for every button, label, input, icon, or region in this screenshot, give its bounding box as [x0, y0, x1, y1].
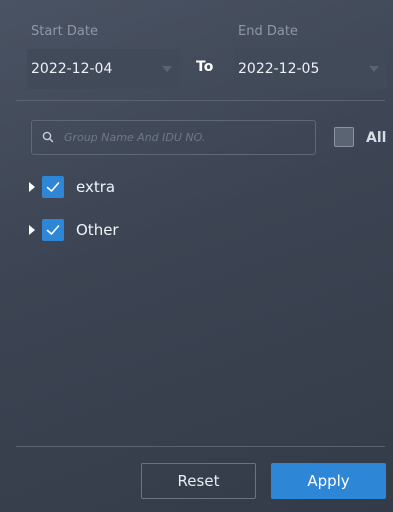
date-range-separator: To	[196, 59, 214, 75]
end-date-value: 2022-12-05	[238, 61, 320, 77]
chevron-down-icon	[369, 66, 379, 72]
tree-item-label: extra	[76, 178, 116, 196]
search-input[interactable]	[62, 130, 306, 145]
tree-item-extra[interactable]: extra	[29, 176, 115, 198]
start-date-picker[interactable]: 2022-12-04	[27, 49, 180, 89]
search-icon	[42, 128, 54, 147]
reset-button[interactable]: Reset	[141, 463, 256, 499]
apply-button[interactable]: Apply	[271, 463, 386, 499]
caret-right-icon[interactable]	[29, 225, 35, 235]
end-date-picker[interactable]: 2022-12-05	[234, 49, 387, 89]
divider-bottom	[16, 446, 385, 447]
select-all-checkbox[interactable]	[334, 127, 354, 147]
divider-top	[16, 100, 385, 101]
check-icon	[46, 182, 60, 192]
end-date-label: End Date	[238, 24, 298, 39]
select-all-label: All	[366, 130, 387, 146]
start-date-label: Start Date	[31, 24, 98, 39]
start-date-value: 2022-12-04	[31, 61, 113, 77]
tree-item-checkbox[interactable]	[42, 176, 64, 198]
caret-right-icon[interactable]	[29, 182, 35, 192]
check-icon	[46, 225, 60, 235]
chevron-down-icon	[162, 66, 172, 72]
tree-item-label: Other	[76, 221, 119, 239]
search-box[interactable]	[31, 120, 316, 155]
tree-item-other[interactable]: Other	[29, 219, 119, 241]
tree-item-checkbox[interactable]	[42, 219, 64, 241]
